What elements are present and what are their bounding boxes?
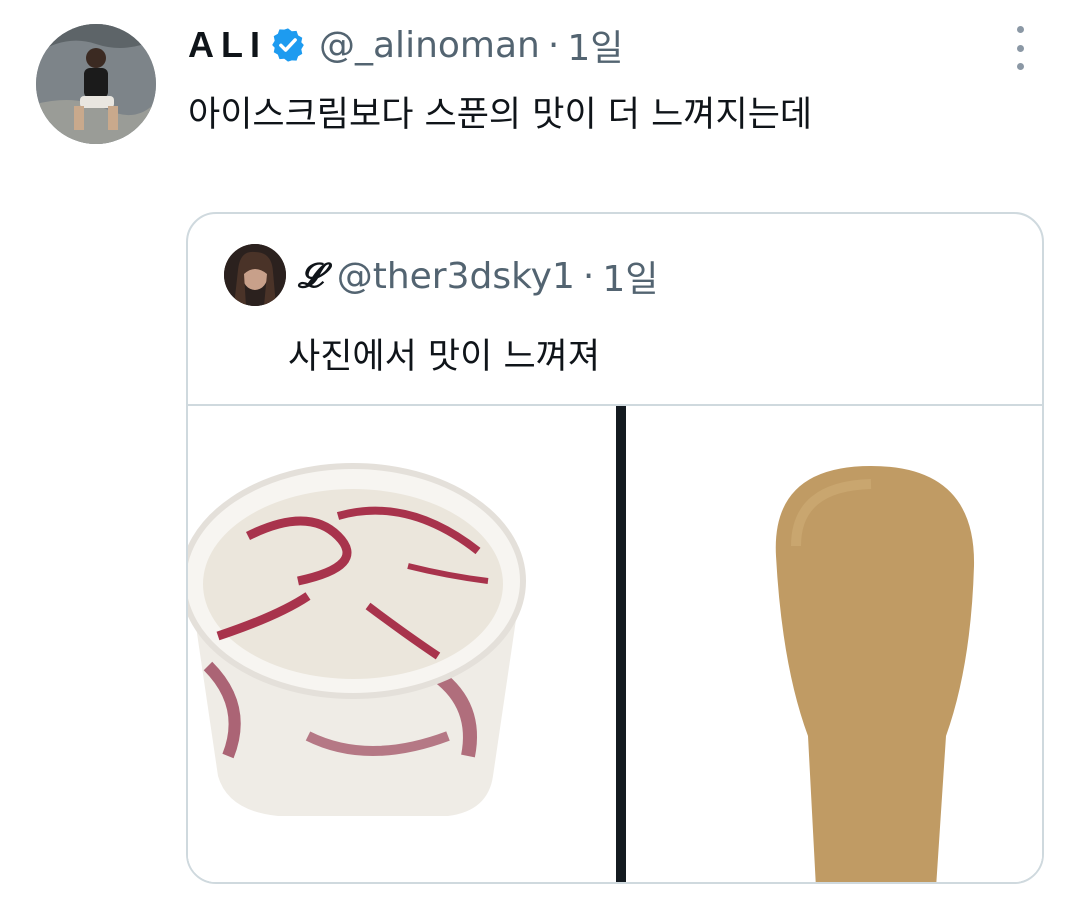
tweet[interactable]: ALI @_alinoman · 1일 아이스크림보다 스푼의 맛이 더 느껴지… [0,0,1080,913]
quoted-timestamp[interactable]: 1일 [602,250,658,302]
more-options-icon[interactable] [1008,26,1032,70]
wooden-spoon-image[interactable] [626,406,1042,882]
media-divider [616,406,626,882]
quoted-user-handle[interactable]: @ther3dsky1 [337,256,575,297]
media-grid [188,404,1042,882]
display-name[interactable]: ALI [188,24,267,66]
quoted-display-name[interactable]: 𝓛 [298,256,323,296]
quoted-tweet-text: 사진에서 맛이 느껴져 [288,337,601,377]
separator-dot: · [547,24,560,66]
quoted-header: 𝓛 @ther3dsky1 · 1일 [298,250,658,302]
avatar[interactable] [36,24,156,144]
ice-cream-cup-image[interactable] [188,406,616,882]
verified-badge-icon [269,26,307,64]
quoted-avatar[interactable] [224,244,286,306]
quoted-separator-dot: · [582,255,595,297]
tweet-text: 아이스크림보다 스푼의 맛이 더 느껴지는데 [188,95,813,135]
user-handle[interactable]: @_alinoman [319,25,540,66]
timestamp[interactable]: 1일 [567,19,623,71]
quoted-tweet[interactable]: 𝓛 @ther3dsky1 · 1일 사진에서 맛이 느껴져 [186,212,1044,884]
tweet-header: ALI @_alinoman · 1일 [188,19,623,71]
